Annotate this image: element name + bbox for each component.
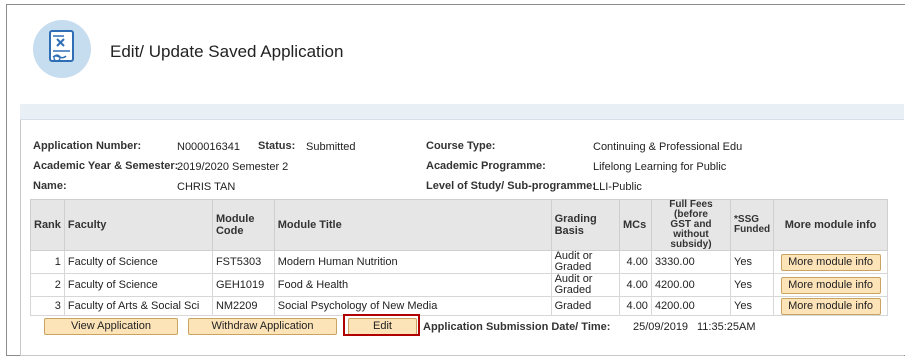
grading-basis-cell: Audit or Graded bbox=[550, 250, 621, 274]
status-label: Status: bbox=[258, 140, 296, 152]
table-row: 2 Faculty of Science GEH1019 Food & Heal… bbox=[30, 273, 888, 297]
status-value: Submitted bbox=[306, 141, 356, 153]
module-code-cell: NM2209 bbox=[211, 296, 275, 316]
view-application-button[interactable]: View Application bbox=[44, 318, 178, 335]
column-header-module-title: Module Title bbox=[273, 199, 552, 251]
grading-basis-cell: Graded bbox=[550, 296, 621, 316]
table-row: 3 Faculty of Arts & Social Sci NM2209 So… bbox=[30, 296, 888, 316]
more-module-info-button[interactable]: More module info bbox=[780, 276, 881, 294]
ssg-funded-cell: Yes bbox=[730, 250, 775, 274]
module-code-cell: GEH1019 bbox=[211, 273, 275, 297]
name-label: Name: bbox=[33, 180, 67, 192]
panel-header-band bbox=[20, 104, 904, 120]
faculty-cell: Faculty of Science bbox=[63, 273, 213, 297]
full-fees-cell: 3330.00 bbox=[650, 250, 732, 274]
full-fees-header-line-2: GST and without bbox=[670, 219, 712, 240]
column-header-mcs: MCs bbox=[619, 199, 652, 251]
full-fees-header-line-1: Full Fees (before bbox=[669, 199, 713, 220]
mcs-cell: 4.00 bbox=[619, 273, 652, 297]
application-number-value: N000016341 bbox=[177, 141, 241, 153]
table-row: 1 Faculty of Science FST5303 Modern Huma… bbox=[30, 250, 888, 274]
submission-time: 11:35:25AM bbox=[697, 321, 756, 333]
level-of-study-label: Level of Study/ Sub-programme: bbox=[426, 180, 596, 192]
full-fees-cell: 4200.00 bbox=[650, 273, 732, 297]
academic-year-semester-label: Academic Year & Semester: bbox=[33, 160, 179, 172]
grading-basis-line-2: Graded bbox=[554, 284, 592, 296]
page-title: Edit/ Update Saved Application bbox=[110, 42, 344, 61]
more-info-cell: More module info bbox=[773, 296, 888, 316]
column-header-faculty: Faculty bbox=[63, 199, 213, 251]
column-header-module-code: Module Code bbox=[211, 199, 275, 251]
faculty-cell: Faculty of Science bbox=[63, 250, 213, 274]
grading-basis-line-2: Graded bbox=[554, 261, 592, 273]
submission-datetime-label: Application Submission Date/ Time: bbox=[423, 321, 611, 333]
more-info-cell: More module info bbox=[773, 273, 888, 297]
edit-button-highlight bbox=[343, 314, 420, 336]
mcs-cell: 4.00 bbox=[619, 250, 652, 274]
table-header-row: Rank Faculty Module Code Module Title Gr… bbox=[30, 199, 888, 251]
ssg-funded-cell: Yes bbox=[730, 273, 775, 297]
full-fees-cell: 4200.00 bbox=[650, 296, 732, 316]
course-type-label: Course Type: bbox=[426, 140, 496, 152]
academic-programme-label: Academic Programme: bbox=[426, 160, 546, 172]
module-table: Rank Faculty Module Code Module Title Gr… bbox=[30, 199, 888, 316]
name-value: CHRIS TAN bbox=[177, 181, 236, 193]
grading-basis-cell: Audit or Graded bbox=[550, 273, 621, 297]
module-title-cell: Food & Health bbox=[273, 273, 552, 297]
faculty-cell: Faculty of Arts & Social Sci bbox=[63, 296, 213, 316]
column-header-more-module-info: More module info bbox=[773, 199, 888, 251]
module-title-cell: Modern Human Nutrition bbox=[273, 250, 552, 274]
ssg-funded-cell: Yes bbox=[730, 296, 775, 316]
level-of-study-value: LLI-Public bbox=[593, 181, 642, 193]
column-header-full-fees: Full Fees (before GST and without subsid… bbox=[650, 199, 732, 251]
application-edit-icon bbox=[33, 20, 91, 78]
full-fees-header-line-3: subsidy) bbox=[670, 239, 712, 250]
academic-year-semester-value: 2019/2020 Semester 2 bbox=[177, 161, 289, 173]
withdraw-application-button[interactable]: Withdraw Application bbox=[188, 318, 337, 335]
course-type-value: Continuing & Professional Edu bbox=[593, 141, 743, 153]
more-module-info-button[interactable]: More module info bbox=[780, 253, 881, 271]
rank-cell: 3 bbox=[30, 296, 65, 316]
ssg-header-line-2: Funded bbox=[734, 224, 771, 235]
application-number-label: Application Number: bbox=[33, 140, 142, 152]
module-code-cell: FST5303 bbox=[211, 250, 275, 274]
column-header-ssg-funded: *SSG Funded bbox=[730, 199, 775, 251]
module-title-cell: Social Psychology of New Media bbox=[273, 296, 552, 316]
mcs-cell: 4.00 bbox=[619, 296, 652, 316]
column-header-grading-basis: Grading Basis bbox=[550, 199, 621, 251]
more-module-info-button[interactable]: More module info bbox=[780, 297, 881, 315]
column-header-rank: Rank bbox=[30, 199, 65, 251]
rank-cell: 2 bbox=[30, 273, 65, 297]
academic-programme-value: Lifelong Learning for Public bbox=[593, 161, 727, 173]
rank-cell: 1 bbox=[30, 250, 65, 274]
submission-date: 25/09/2019 bbox=[633, 321, 689, 333]
more-info-cell: More module info bbox=[773, 250, 888, 274]
